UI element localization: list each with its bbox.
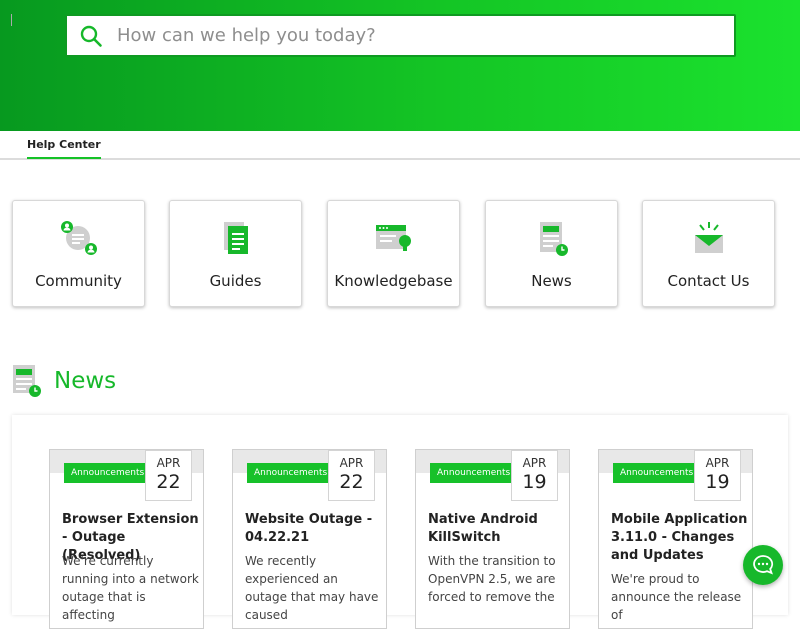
date-day: 22 <box>156 471 181 493</box>
breadcrumb-bar <box>0 131 800 160</box>
news-section-title: News <box>54 368 117 394</box>
date-day: 19 <box>522 471 547 493</box>
category-card-community[interactable]: Community <box>12 200 145 307</box>
category-card-news[interactable]: News <box>485 200 618 307</box>
news-card[interactable]: Announcements APR 22 Website Outage - 04… <box>232 449 387 629</box>
category-badge[interactable]: Announcements <box>613 463 701 483</box>
category-label: Contact Us <box>667 272 750 290</box>
category-badge[interactable]: Announcements <box>430 463 518 483</box>
date-day: 19 <box>705 471 730 493</box>
hero-banner <box>0 0 800 131</box>
news-title[interactable]: Website Outage - 04.22.21 <box>245 511 383 547</box>
date-box: APR 19 <box>694 450 741 501</box>
news-icon <box>13 365 41 397</box>
news-excerpt: We're currently running into a network o… <box>62 554 199 622</box>
date-month: APR <box>339 456 364 470</box>
news-card[interactable]: Announcements APR 19 Native Android Kill… <box>415 449 570 629</box>
date-month: APR <box>705 456 730 470</box>
category-label: Knowledgebase <box>334 272 453 290</box>
breadcrumb-help-center[interactable]: Help Center <box>27 138 101 159</box>
news-section-heading: News <box>12 364 116 398</box>
category-label: News <box>531 272 572 290</box>
contact-icon <box>694 222 723 253</box>
news-card[interactable]: Announcements APR 22 Browser Extension -… <box>49 449 204 629</box>
news-title[interactable]: Native Android KillSwitch <box>428 511 566 547</box>
news-card[interactable]: Announcements APR 19 Mobile Application … <box>598 449 753 629</box>
date-month: APR <box>522 456 547 470</box>
category-label: Community <box>35 272 122 290</box>
category-card-knowledgebase[interactable]: Knowledgebase <box>327 200 460 307</box>
news-excerpt: We recently experienced an outage that m… <box>245 554 379 622</box>
date-box: APR 22 <box>145 450 192 501</box>
category-label: Guides <box>209 272 262 290</box>
chat-button[interactable] <box>743 545 783 585</box>
chat-icon <box>753 555 774 575</box>
news-excerpt: We're proud to announce the release of <box>611 572 742 622</box>
date-box: APR 22 <box>328 450 375 501</box>
category-card-contact-us[interactable]: Contact Us <box>642 200 775 307</box>
category-badge[interactable]: Announcements <box>64 463 152 483</box>
category-card-guides[interactable]: Guides <box>169 200 302 307</box>
search-input[interactable] <box>117 25 677 46</box>
date-day: 22 <box>339 471 364 493</box>
news-title[interactable]: Mobile Application 3.11.0 - Changes and … <box>611 511 749 565</box>
knowledgebase-icon <box>375 225 411 251</box>
date-box: APR 19 <box>511 450 558 501</box>
news-icon <box>539 222 568 256</box>
date-month: APR <box>156 456 181 470</box>
search-icon <box>80 25 102 47</box>
category-badge[interactable]: Announcements <box>247 463 335 483</box>
breadcrumb-divider <box>11 14 12 26</box>
search-bar[interactable] <box>65 14 736 57</box>
guides-icon <box>223 222 248 254</box>
news-excerpt: With the transition to OpenVPN 2.5, we a… <box>428 554 556 604</box>
community-icon <box>60 221 97 255</box>
